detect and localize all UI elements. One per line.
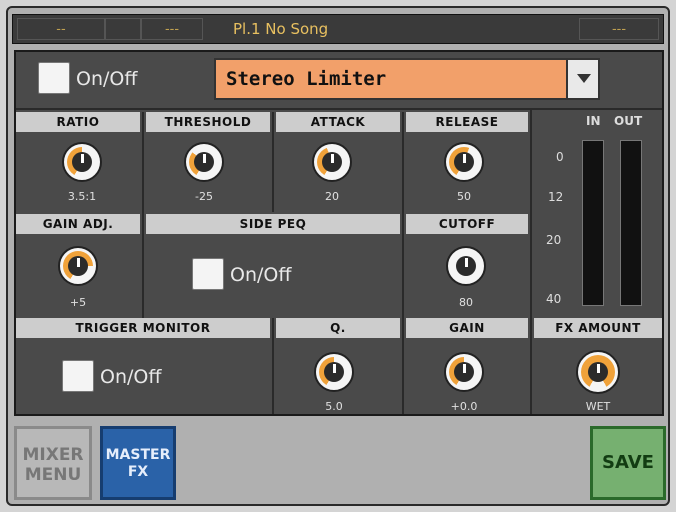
attack-value: 20 bbox=[325, 190, 339, 203]
fx-amount-label: FX AMOUNT bbox=[534, 318, 662, 338]
gain-adj-value: +5 bbox=[69, 296, 87, 309]
status-segment-2: --- bbox=[141, 18, 203, 40]
ratio-label: RATIO bbox=[16, 112, 140, 132]
mixer-menu-line1: MIXER bbox=[22, 445, 84, 465]
divider bbox=[530, 108, 532, 414]
effect-type-dropdown[interactable]: Stereo Limiter bbox=[214, 58, 600, 100]
fx-amount-value: WET bbox=[585, 400, 611, 413]
gain-adj-label: GAIN ADJ. bbox=[16, 214, 140, 234]
save-button[interactable]: SAVE bbox=[590, 426, 666, 500]
threshold-value: -25 bbox=[195, 190, 213, 203]
top-status-bar: -- --- Pl.1 No Song --- bbox=[12, 14, 664, 44]
song-title: Pl.1 No Song bbox=[233, 20, 329, 38]
master-fx-button[interactable]: MASTER FX bbox=[100, 426, 176, 500]
divider bbox=[402, 112, 404, 414]
attack-knob[interactable] bbox=[312, 142, 352, 182]
q-knob[interactable] bbox=[314, 352, 354, 392]
trigger-monitor-onoff-checkbox[interactable] bbox=[62, 360, 94, 392]
input-level-meter bbox=[582, 140, 604, 306]
meter-in-label: IN bbox=[586, 114, 601, 128]
gain-value: +0.0 bbox=[450, 400, 478, 413]
master-fx-line1: MASTER bbox=[105, 447, 171, 463]
ratio-value: 3.5:1 bbox=[67, 190, 97, 203]
gain-knob[interactable] bbox=[444, 352, 484, 392]
cutoff-knob[interactable] bbox=[446, 246, 486, 286]
threshold-knob[interactable] bbox=[184, 142, 224, 182]
q-value: 5.0 bbox=[325, 400, 343, 413]
divider bbox=[142, 112, 144, 318]
divider bbox=[272, 112, 274, 212]
mixer-menu-button[interactable]: MIXER MENU bbox=[14, 426, 92, 500]
side-peq-label: SIDE PEQ bbox=[146, 214, 400, 234]
q-label: Q. bbox=[276, 318, 400, 338]
cutoff-label: CUTOFF bbox=[406, 214, 528, 234]
trigger-monitor-label: TRIGGER MONITOR bbox=[16, 318, 270, 338]
side-peq-onoff-label: On/Off bbox=[230, 264, 292, 286]
gain-adj-knob[interactable] bbox=[58, 246, 98, 286]
meter-out-label: OUT bbox=[614, 114, 643, 128]
threshold-label: THRESHOLD bbox=[146, 112, 270, 132]
divider bbox=[16, 108, 662, 110]
effect-type-value: Stereo Limiter bbox=[226, 68, 387, 90]
effect-onoff-label: On/Off bbox=[76, 68, 138, 90]
master-fx-line2: FX bbox=[127, 464, 149, 480]
status-segment-divider bbox=[105, 18, 141, 40]
gain-label: GAIN bbox=[406, 318, 528, 338]
output-level-meter bbox=[620, 140, 642, 306]
divider bbox=[272, 318, 274, 414]
status-segment-right: --- bbox=[579, 18, 659, 40]
effect-onoff-checkbox[interactable] bbox=[38, 62, 70, 94]
release-knob[interactable] bbox=[444, 142, 484, 182]
chevron-down-icon[interactable] bbox=[566, 60, 598, 98]
meter-scale-40: 40 bbox=[546, 292, 562, 306]
side-peq-onoff-checkbox[interactable] bbox=[192, 258, 224, 290]
meter-scale-20: 20 bbox=[546, 233, 562, 247]
release-value: 50 bbox=[457, 190, 471, 203]
release-label: RELEASE bbox=[406, 112, 528, 132]
trigger-monitor-onoff-label: On/Off bbox=[100, 366, 162, 388]
mixer-menu-line2: MENU bbox=[24, 465, 82, 485]
attack-label: ATTACK bbox=[276, 112, 400, 132]
meter-scale-0: 0 bbox=[556, 150, 564, 164]
meter-scale-12: 12 bbox=[548, 190, 564, 204]
fx-amount-knob[interactable] bbox=[576, 350, 620, 394]
status-segment-1: -- bbox=[17, 18, 105, 40]
cutoff-value: 80 bbox=[459, 296, 473, 309]
ratio-knob[interactable]: .k1 .hub::after{} bbox=[62, 142, 102, 182]
